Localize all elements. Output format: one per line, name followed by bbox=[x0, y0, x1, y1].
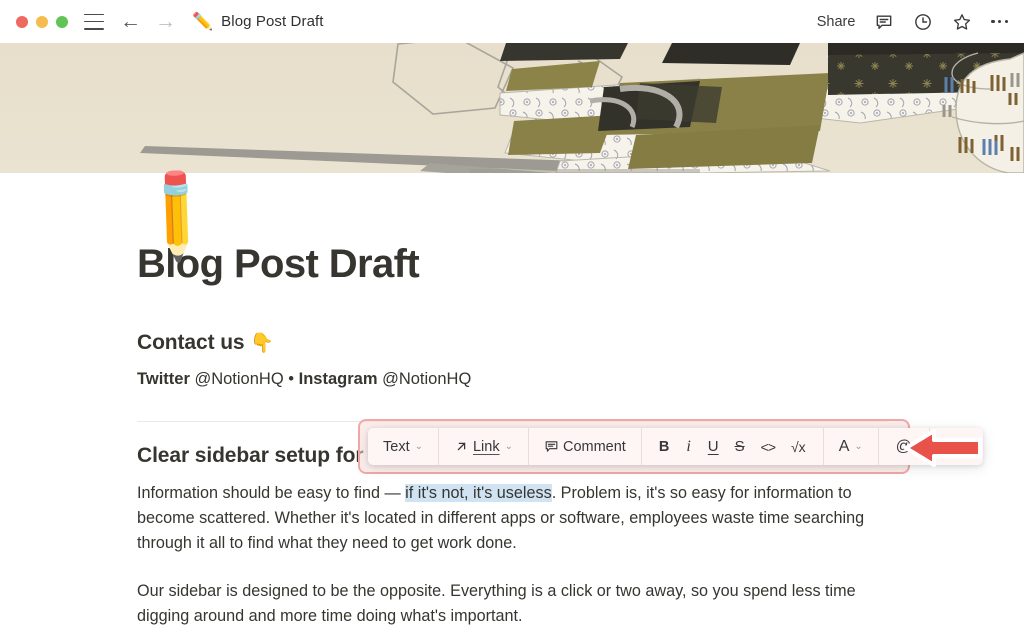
toolbar-group-inline-formats: B i U S <> √x bbox=[642, 428, 824, 465]
comment-button[interactable]: Comment bbox=[538, 428, 632, 465]
text-color-button[interactable]: A ⌄ bbox=[833, 428, 869, 465]
inline-code-button[interactable]: <> bbox=[753, 428, 783, 465]
page-title[interactable]: Blog Post Draft bbox=[137, 242, 887, 287]
text-style-button[interactable]: Text ⌄ bbox=[377, 428, 429, 465]
title-bar: ← → ✏️ Blog Post Draft Share bbox=[0, 0, 1024, 43]
arrow-left-icon[interactable]: ← bbox=[120, 11, 141, 32]
instagram-handle[interactable]: @NotionHQ bbox=[382, 370, 471, 388]
contact-heading[interactable]: Contact us 👇 bbox=[137, 331, 887, 355]
strikethrough-button[interactable]: S bbox=[727, 428, 753, 465]
comment-label: Comment bbox=[562, 438, 626, 455]
point-down-icon: 👇 bbox=[250, 333, 274, 354]
text-style-label: Text bbox=[383, 438, 410, 455]
hamburger-icon[interactable] bbox=[84, 13, 104, 30]
twitter-label: Twitter bbox=[137, 370, 190, 388]
text-selection-highlight[interactable]: if it's not, it's useless bbox=[405, 483, 552, 502]
separator-dot: • bbox=[288, 370, 295, 388]
chevron-down-icon: ⌄ bbox=[504, 441, 513, 452]
annotation-arrow-left-icon bbox=[898, 425, 990, 471]
ellipsis-icon[interactable] bbox=[991, 19, 1008, 24]
comment-icon bbox=[545, 441, 558, 452]
arrow-right-icon[interactable]: → bbox=[155, 11, 176, 32]
link-label: Link bbox=[472, 438, 500, 455]
toolbar-group-comment: Comment bbox=[529, 428, 642, 465]
maximize-button[interactable] bbox=[56, 15, 68, 28]
equation-button[interactable]: √x bbox=[783, 428, 814, 465]
paragraph-two[interactable]: Our sidebar is designed to be the opposi… bbox=[137, 579, 877, 629]
italic-button[interactable]: i bbox=[677, 428, 699, 465]
share-button[interactable]: Share bbox=[817, 14, 856, 30]
close-button[interactable] bbox=[16, 15, 28, 28]
paragraph-one[interactable]: Information should be easy to find — if … bbox=[137, 481, 877, 556]
cover-image[interactable] bbox=[0, 43, 1024, 173]
chevron-down-icon: ⌄ bbox=[854, 441, 863, 452]
star-icon[interactable] bbox=[952, 12, 972, 32]
comment-icon[interactable] bbox=[874, 12, 894, 32]
navigation-controls: ← → bbox=[120, 11, 176, 32]
link-button[interactable]: Link ⌄ bbox=[448, 428, 519, 465]
clock-icon[interactable] bbox=[913, 12, 933, 32]
text-color-label: A bbox=[838, 437, 850, 455]
paragraph-one-pre: Information should be easy to find — bbox=[137, 483, 406, 502]
window-controls bbox=[16, 15, 68, 28]
bold-button[interactable]: B bbox=[651, 428, 677, 465]
instagram-label: Instagram bbox=[298, 370, 378, 388]
toolbar-group-link: Link ⌄ bbox=[439, 428, 529, 465]
arrow-up-right-icon bbox=[457, 442, 466, 451]
pencil-icon: ✏️ bbox=[192, 12, 214, 31]
page-content: ✏️ Blog Post Draft Contact us 👇 Twitter … bbox=[0, 160, 1024, 640]
titlebar-actions: Share bbox=[817, 12, 1008, 32]
twitter-handle[interactable]: @NotionHQ bbox=[194, 370, 283, 388]
breadcrumb-title[interactable]: Blog Post Draft bbox=[221, 13, 323, 30]
notion-window: ← → ✏️ Blog Post Draft Share ✏️ Blog Pos… bbox=[0, 0, 1024, 640]
formatting-toolbar: Text ⌄ Link ⌄ Comment B i U S <> √x A ⌄ … bbox=[368, 428, 983, 465]
toolbar-group-text-style: Text ⌄ bbox=[368, 428, 439, 465]
chevron-down-icon: ⌄ bbox=[414, 441, 423, 452]
toolbar-group-color: A ⌄ bbox=[824, 428, 879, 465]
underline-button[interactable]: U bbox=[700, 428, 727, 465]
contact-heading-text: Contact us bbox=[137, 331, 245, 354]
social-links-line: Twitter @NotionHQ • Instagram @NotionHQ bbox=[137, 368, 887, 392]
minimize-button[interactable] bbox=[36, 15, 48, 28]
